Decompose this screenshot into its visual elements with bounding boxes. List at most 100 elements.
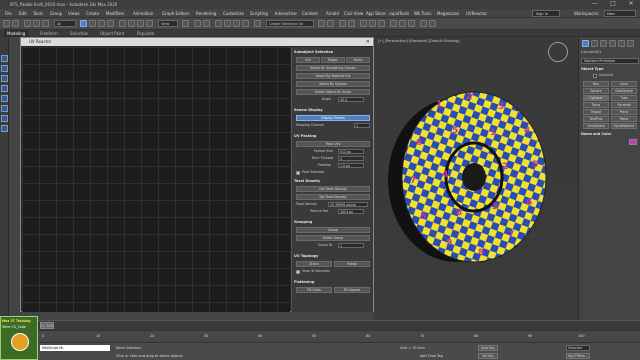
display-none-icon[interactable] — [1, 55, 8, 62]
angle-snap-icon[interactable] — [224, 20, 231, 27]
edit-named-selection-icon[interactable] — [254, 20, 261, 27]
pyramid-button[interactable]: Pyramid — [611, 102, 637, 108]
faces-button[interactable]: Faces — [346, 57, 370, 63]
seams-display-header[interactable]: Seams Display — [294, 107, 372, 113]
workspace-dropdown[interactable]: Main — [604, 10, 636, 17]
layer-explorer-icon[interactable] — [348, 20, 355, 27]
add-time-tag[interactable]: Add Time Tag — [420, 354, 443, 358]
display-helpers-icon[interactable] — [1, 105, 8, 112]
redo-icon[interactable] — [12, 20, 19, 27]
iquadsphere-button[interactable]: IQuadSphere — [611, 123, 637, 129]
curve-editor-icon[interactable] — [360, 20, 367, 27]
packed-size-field[interactable]: 512 px — [338, 149, 364, 154]
display-seams-button[interactable]: Display Seams — [296, 115, 370, 121]
percent-snap-icon[interactable] — [233, 20, 240, 27]
tab-object-paint[interactable]: Object Paint — [100, 30, 124, 37]
display-shapes-icon[interactable] — [1, 75, 8, 82]
render-in-cloud-icon[interactable] — [420, 20, 427, 27]
select-by-smoothing-groups-button[interactable]: Select By Smoothing Groups — [296, 65, 370, 71]
material-editor-icon[interactable] — [378, 20, 385, 27]
display-space-warps-icon[interactable] — [1, 115, 8, 122]
tab-populate[interactable]: Populate — [137, 30, 154, 37]
select-by-system-button[interactable]: Select By System — [296, 81, 370, 87]
menu-animation[interactable]: Animation — [133, 9, 153, 18]
menu-interactive[interactable]: Interactive — [275, 9, 297, 18]
pack-selected-checkbox[interactable] — [296, 171, 300, 175]
geosphere-2-button[interactable]: GeoSphere — [583, 123, 609, 129]
menu-rendering[interactable]: Rendering — [196, 9, 216, 18]
display-cameras-icon[interactable] — [1, 95, 8, 102]
pack-uvs-button[interactable]: Pack UVs — [296, 141, 370, 147]
texel-density-header[interactable]: Texel Density — [294, 178, 372, 184]
plane-button[interactable]: Plane — [611, 109, 637, 115]
textplus-button[interactable]: TextPlus — [583, 116, 609, 122]
spinner-snap-icon[interactable] — [242, 20, 249, 27]
rendered-frame-window-icon[interactable] — [399, 20, 406, 27]
set-key-button[interactable]: Set Key — [478, 353, 498, 359]
render-setup-icon[interactable] — [390, 20, 397, 27]
group-button[interactable]: Group — [296, 227, 370, 233]
perspective-viewport[interactable]: 1 2 3 4 5 6 7 8 9 5 7 6 5 1 2 3 8 4 — [374, 37, 578, 320]
create-tab-icon[interactable] — [582, 40, 589, 47]
edges-button[interactable]: Edges — [321, 57, 345, 63]
rectangular-selection-icon[interactable] — [98, 20, 105, 27]
close-button[interactable]: ✕ — [622, 0, 640, 9]
uv-packing-header[interactable]: UV Packing — [294, 133, 372, 139]
tab-freeform[interactable]: Freeform — [40, 30, 58, 37]
menu-graph-editors[interactable]: Graph Editors — [162, 9, 189, 18]
menu-file[interactable]: File — [5, 9, 12, 18]
menu-uvreactor[interactable]: UVReactor — [466, 9, 487, 18]
display-tab-icon[interactable] — [618, 40, 625, 47]
select-group-button[interactable]: Select Group — [296, 235, 370, 241]
uv-topology-header[interactable]: UV Topology — [294, 253, 372, 259]
menu-customize[interactable]: Customize — [223, 9, 244, 18]
keyboard-shortcut-icon[interactable] — [203, 20, 210, 27]
placement-icon[interactable] — [146, 20, 153, 27]
link-icon[interactable] — [24, 20, 31, 27]
maximize-button[interactable]: □ — [604, 0, 622, 9]
track-bar[interactable]: 0 10 20 30 40 50 60 70 80 90 100 — [0, 330, 640, 342]
schematic-view-icon[interactable] — [369, 20, 376, 27]
time-slider-thumb[interactable]: 0 / 100 — [40, 322, 54, 329]
torus-button[interactable]: Torus — [583, 102, 609, 108]
viewcube-icon[interactable] — [548, 42, 568, 62]
menu-tools[interactable]: Tools — [33, 9, 43, 18]
select-by-material-ids-button[interactable]: Select By Material IDs — [296, 73, 370, 79]
a360-gallery-icon[interactable] — [429, 20, 436, 27]
mapping-channel-field[interactable]: 1 — [354, 123, 370, 128]
scene-explorer-icon[interactable] — [339, 20, 346, 27]
padding-field[interactable]: 1.0 px — [338, 163, 364, 168]
tab-selection[interactable]: Selection — [70, 30, 88, 37]
menu-app-store[interactable]: App Store — [366, 9, 386, 18]
snaps-toggle-icon[interactable] — [215, 20, 222, 27]
reference-coordinate-dropdown[interactable]: View — [158, 20, 178, 27]
time-slider[interactable]: 0 / 100 — [0, 320, 640, 330]
bind-space-warp-icon[interactable] — [42, 20, 49, 27]
select-object-by-angle-button[interactable]: Select Object By Angle — [296, 89, 370, 95]
display-bone-objects-icon[interactable] — [1, 125, 8, 132]
snap-to-selection-checkbox[interactable] — [296, 270, 300, 274]
group-id-field[interactable]: 1 — [338, 243, 364, 248]
menu-scripting[interactable]: Scripting — [250, 9, 268, 18]
window-crossing-icon[interactable] — [107, 20, 114, 27]
flattening-header[interactable]: Flattening — [294, 279, 372, 285]
cylinder-button[interactable]: Cylinder — [583, 95, 609, 101]
fill-square-button[interactable]: Fill Square — [334, 287, 370, 293]
get-texel-density-button[interactable]: Get Texel Density — [296, 186, 370, 192]
align-icon[interactable] — [327, 20, 334, 27]
cone-button[interactable]: Cone — [611, 81, 637, 87]
minimize-button[interactable]: — — [586, 0, 604, 9]
box-button[interactable]: Box — [583, 81, 609, 87]
auto-key-button[interactable]: Auto Key — [478, 345, 498, 351]
texture-res-field[interactable]: 1024 px — [338, 209, 364, 214]
menu-civil-view[interactable]: Civil View — [344, 9, 363, 18]
named-selection-set-dropdown[interactable]: Create Selection Se — [266, 20, 314, 27]
break-button[interactable]: Break — [334, 261, 370, 267]
teapot-button[interactable]: Teapot — [583, 109, 609, 115]
maxscript-listener[interactable]: MAXScript Mi. — [40, 345, 110, 351]
display-geometry-icon[interactable] — [1, 65, 8, 72]
uv-close-icon[interactable]: ✕ — [366, 38, 370, 46]
menu-rapidtools[interactable]: rapidTools — [389, 9, 409, 18]
render-production-icon[interactable] — [408, 20, 415, 27]
primitives-dropdown[interactable]: Standard Primitives — [581, 58, 639, 64]
